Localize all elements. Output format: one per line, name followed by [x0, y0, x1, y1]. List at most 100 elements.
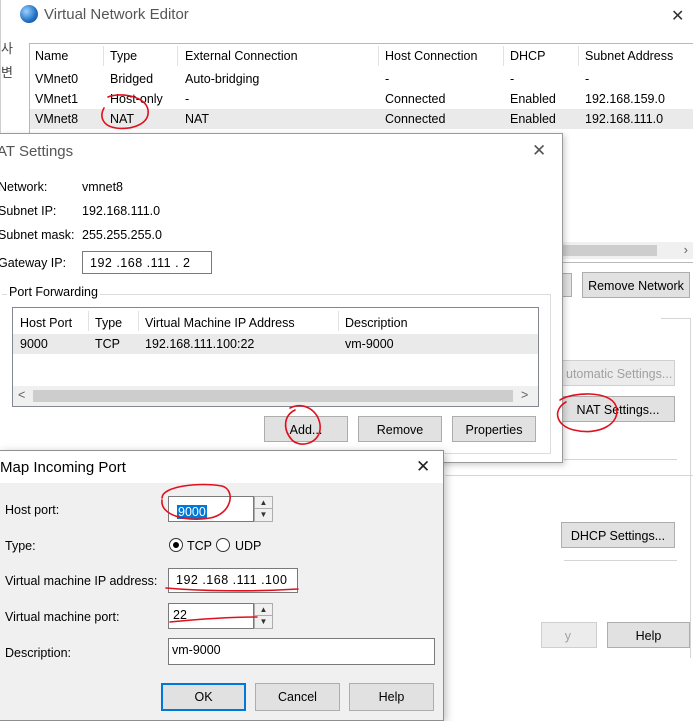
column-header-description[interactable]: Description — [345, 316, 408, 330]
scrollbar-thumb[interactable] — [549, 245, 657, 256]
dhcp-settings-button[interactable]: DHCP Settings... — [561, 522, 675, 548]
column-header-external-connection[interactable]: External Connection — [185, 49, 298, 63]
horizontal-scrollbar[interactable]: < > — [13, 386, 538, 406]
scroll-right-icon[interactable]: > — [521, 388, 528, 402]
cell-vm-ip: 192.168.111.100:22 — [145, 337, 255, 351]
subnet-ip-label: Subnet IP: — [0, 204, 57, 218]
window-title: Virtual Network Editor — [44, 6, 189, 23]
column-header-subnet-address[interactable]: Subnet Address — [585, 49, 673, 63]
dialog-title: AT Settings — [0, 143, 74, 160]
column-header-type[interactable]: Type — [110, 49, 137, 63]
nat-settings-button[interactable]: NAT Settings... — [561, 396, 675, 422]
tcp-label[interactable]: TCP — [187, 539, 212, 553]
title-bar: Map Incoming Port ✕ — [0, 451, 443, 483]
background-text: 사 — [1, 41, 13, 56]
gateway-ip-value: 192 .168 .111 . 2 — [90, 256, 191, 270]
column-header-host-connection[interactable]: Host Connection — [385, 49, 477, 63]
column-header-host-port[interactable]: Host Port — [20, 316, 72, 330]
vm-port-input[interactable]: 22 — [168, 603, 254, 629]
port-forwarding-label: Port Forwarding — [7, 285, 100, 299]
host-port-input[interactable]: 9000 — [168, 496, 254, 522]
add-button[interactable]: Add... — [264, 416, 348, 442]
vm-port-label: Virtual machine port: — [5, 610, 120, 624]
vm-port-stepper[interactable]: ▲ ▼ — [254, 603, 273, 629]
subnet-ip-value: 192.168.111.0 — [82, 204, 161, 218]
cell-name: VMnet8 — [35, 112, 79, 126]
horizontal-scrollbar[interactable]: › — [549, 242, 693, 259]
cell-external: - — [185, 92, 190, 106]
cell-type: NAT — [110, 112, 135, 126]
nat-settings-dialog: AT Settings ✕ Network: vmnet8 Subnet IP:… — [0, 133, 563, 463]
stepper-down-icon[interactable]: ▼ — [255, 616, 272, 628]
gateway-ip-input[interactable]: 192 .168 .111 . 2 — [82, 251, 212, 274]
vm-ip-value: 192 .168 .111 .100 — [176, 573, 288, 587]
host-port-stepper[interactable]: ▲ ▼ — [254, 496, 273, 522]
scroll-right-icon[interactable]: › — [684, 242, 688, 257]
apply-button[interactable]: y — [541, 622, 597, 648]
cell-description: vm-9000 — [345, 337, 394, 351]
type-label: Type: — [5, 539, 36, 553]
cell-dhcp: Enabled — [510, 92, 556, 106]
automatic-settings-button[interactable]: utomatic Settings... — [561, 360, 675, 386]
cell-name: VMnet1 — [35, 92, 79, 106]
table-row[interactable]: VMnet1 Host-only - Connected Enabled 192… — [30, 89, 693, 109]
map-incoming-port-dialog: Map Incoming Port ✕ Host port: 9000 ▲ ▼ … — [0, 450, 444, 721]
selected-text: 9000 — [177, 505, 207, 519]
description-label: Description: — [5, 646, 71, 660]
globe-icon — [20, 5, 38, 23]
cell-dhcp: Enabled — [510, 112, 556, 126]
cell-type: TCP — [95, 337, 120, 351]
description-value: vm-9000 — [172, 643, 221, 657]
ok-button[interactable]: OK — [161, 683, 246, 711]
stepper-up-icon[interactable]: ▲ — [255, 604, 272, 616]
column-header-type[interactable]: Type — [95, 316, 122, 330]
description-input[interactable]: vm-9000 — [168, 638, 435, 665]
background-text: 변 — [1, 65, 13, 80]
properties-button[interactable]: Properties — [452, 416, 536, 442]
dialog-title: Map Incoming Port — [0, 459, 126, 476]
scroll-left-icon[interactable]: < — [18, 388, 25, 402]
stepper-down-icon[interactable]: ▼ — [255, 509, 272, 521]
cell-host: - — [385, 72, 390, 86]
close-icon[interactable]: ✕ — [416, 457, 430, 477]
table-row-selected[interactable]: VMnet8 NAT NAT Connected Enabled 192.168… — [30, 109, 693, 129]
cell-subnet: - — [585, 72, 590, 86]
cancel-button[interactable]: Cancel — [255, 683, 340, 711]
remove-network-button[interactable]: Remove Network — [582, 272, 690, 298]
cell-subnet: 192.168.159.0 — [585, 92, 665, 106]
subnet-mask-value: 255.255.255.0 — [82, 228, 162, 242]
cell-host: Connected — [385, 92, 446, 106]
host-port-label: Host port: — [5, 503, 60, 517]
column-header-dhcp[interactable]: DHCP — [510, 49, 545, 63]
close-icon[interactable]: ✕ — [671, 6, 684, 26]
subnet-mask-label: Subnet mask: — [0, 228, 75, 242]
tcp-radio[interactable] — [169, 538, 183, 552]
cell-host: Connected — [385, 112, 446, 126]
cell-dhcp: - — [510, 72, 515, 86]
gateway-ip-label: Gateway IP: — [0, 256, 67, 270]
udp-label[interactable]: UDP — [235, 539, 261, 553]
stepper-up-icon[interactable]: ▲ — [255, 497, 272, 509]
cell-subnet: 192.168.111.0 — [585, 112, 664, 126]
column-header-vm-ip[interactable]: Virtual Machine IP Address — [145, 316, 295, 330]
scrollbar-thumb[interactable] — [33, 390, 513, 402]
cell-name: VMnet0 — [35, 72, 79, 86]
vm-ip-label: Virtual machine IP address: — [5, 574, 158, 588]
cell-host-port: 9000 — [20, 337, 48, 351]
cell-external: Auto-bridging — [185, 72, 260, 86]
help-button[interactable]: Help — [349, 683, 434, 711]
network-value: vmnet8 — [82, 180, 123, 194]
help-button[interactable]: Help — [607, 622, 690, 648]
table-row-selected[interactable]: 9000 TCP 192.168.111.100:22 vm-9000 — [13, 334, 538, 354]
network-label: Network: — [0, 180, 48, 194]
remove-button[interactable]: Remove — [358, 416, 442, 442]
column-header-name[interactable]: Name — [35, 49, 68, 63]
cell-type: Bridged — [110, 72, 154, 86]
table-row[interactable]: VMnet0 Bridged Auto-bridging - - - — [30, 69, 693, 89]
close-icon[interactable]: ✕ — [532, 141, 546, 161]
udp-radio[interactable] — [216, 538, 230, 552]
cell-external: NAT — [185, 112, 210, 126]
vm-port-value: 22 — [173, 608, 187, 622]
cell-type: Host-only — [110, 92, 163, 106]
vm-ip-input[interactable]: 192 .168 .111 .100 — [168, 568, 298, 593]
